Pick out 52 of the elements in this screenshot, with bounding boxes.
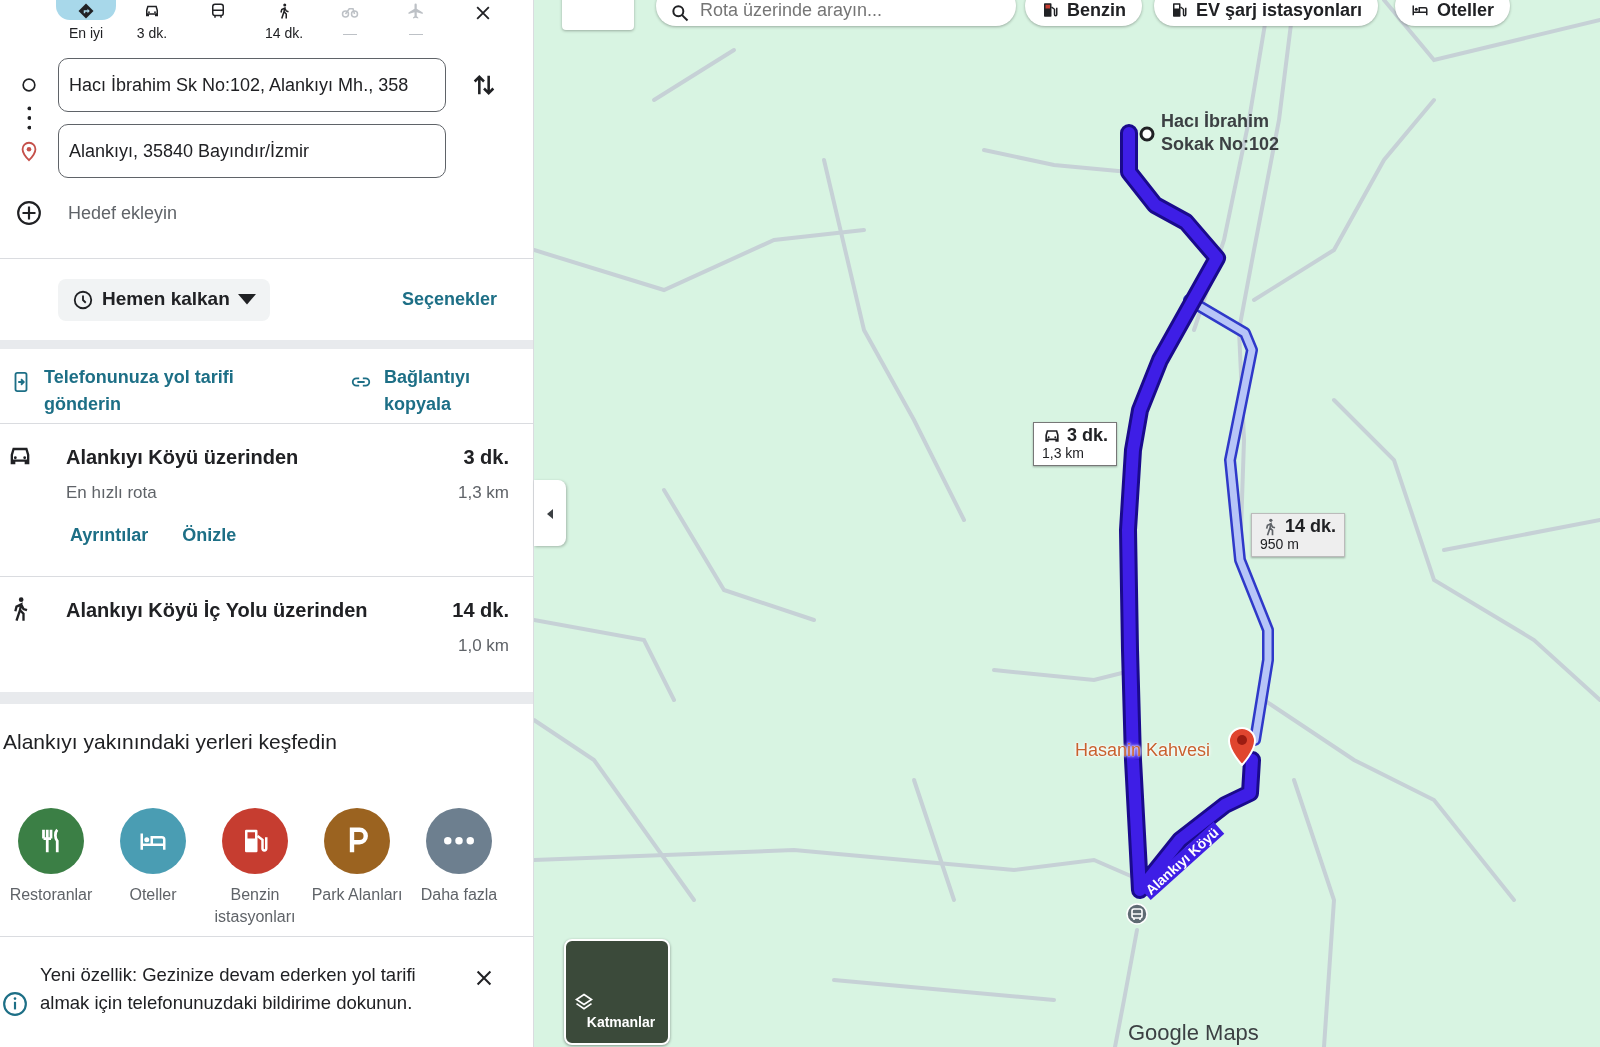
- route-distance: 1,0 km: [457, 635, 509, 657]
- route-search-field[interactable]: Rota üzerinde arayın...: [656, 0, 1016, 26]
- airplane-icon: [407, 2, 425, 20]
- category-button[interactable]: Daha fazla: [408, 808, 510, 936]
- filter-chip[interactable]: Benzin: [1025, 0, 1142, 26]
- travel-mode-tab[interactable]: 3 dk.: [119, 0, 185, 48]
- share-link[interactable]: Telefonunuza yol tarifi gönderin: [44, 359, 264, 423]
- fuel-pump-icon: [1041, 1, 1059, 19]
- travel-mode-tab[interactable]: 14 dk.: [251, 0, 317, 48]
- route-duration: 14 dk.: [452, 598, 509, 623]
- destination-field[interactable]: Alankıyı, 35840 Bayındır/İzmir: [58, 124, 446, 178]
- bus-icon: [209, 2, 227, 20]
- route-subtitle: En hızlı rota: [66, 482, 157, 504]
- route-link[interactable]: Ayrıntılar: [70, 521, 149, 549]
- options-link[interactable]: Seçenekler: [401, 286, 497, 313]
- route-info-label[interactable]: 3 dk. 1,3 km: [1033, 422, 1118, 466]
- route-title[interactable]: Alankıyı Köyü üzerinden: [66, 442, 299, 472]
- filter-chip[interactable]: Oteller: [1395, 0, 1511, 26]
- origin-label: Hacı İbrahim Sokak No:102: [1161, 110, 1281, 156]
- dots-icon: [26, 106, 32, 130]
- turn-sign-icon: [77, 2, 95, 20]
- category-button[interactable]: Park Alanları: [306, 808, 408, 936]
- filter-chip[interactable]: EV şarj istasyonları: [1154, 0, 1379, 26]
- explore-heading: Alankıyı yakınındaki yerleri keşfedin: [3, 730, 337, 753]
- origin-marker-icon: [1139, 126, 1155, 142]
- notice-text: Yeni özellik: Gezinize devam ederken yol tarifi almak için telefonunuzdaki bildirime dokunun.: [40, 963, 417, 1015]
- more-icon: [444, 837, 474, 845]
- category-button[interactable]: Restoranlar: [0, 808, 102, 936]
- bus-stop-icon[interactable]: [1126, 903, 1148, 925]
- origin-field[interactable]: Hacı İbrahim Sk No:102, Alankıyı Mh., 358: [58, 58, 446, 112]
- route-info-label[interactable]: 14 dk. 950 m: [1251, 513, 1346, 557]
- route-duration: 3 dk.: [463, 445, 509, 470]
- category-button[interactable]: Oteller: [102, 808, 204, 936]
- layers-button[interactable]: Katmanlar: [564, 939, 670, 1045]
- caret-icon: [237, 294, 256, 305]
- route-distance: 1,3 km: [457, 482, 509, 504]
- depart-time-dropdown[interactable]: Hemen kalkan: [58, 278, 270, 321]
- place-pin-icon[interactable]: [1227, 726, 1257, 766]
- collapse-arrow-icon: [545, 507, 555, 520]
- search-icon: [670, 2, 690, 23]
- travel-mode-tab[interactable]: En iyi: [53, 0, 119, 48]
- ev-charger-icon: [1170, 1, 1188, 19]
- circle-icon: [19, 75, 39, 95]
- category-button[interactable]: Benzin istasyonları: [204, 808, 306, 936]
- add-icon: [16, 200, 42, 226]
- map-attribution: Google Maps: [1128, 1019, 1259, 1047]
- info-icon: [2, 991, 28, 1017]
- share-link[interactable]: Bağlantıyı kopyala: [384, 359, 494, 423]
- layers-icon: [574, 992, 594, 1012]
- route-title[interactable]: Alankıyı Köyü İç Yolu üzerinden: [66, 595, 368, 625]
- route-link[interactable]: Önizle: [182, 521, 237, 549]
- clock-icon: [72, 288, 94, 311]
